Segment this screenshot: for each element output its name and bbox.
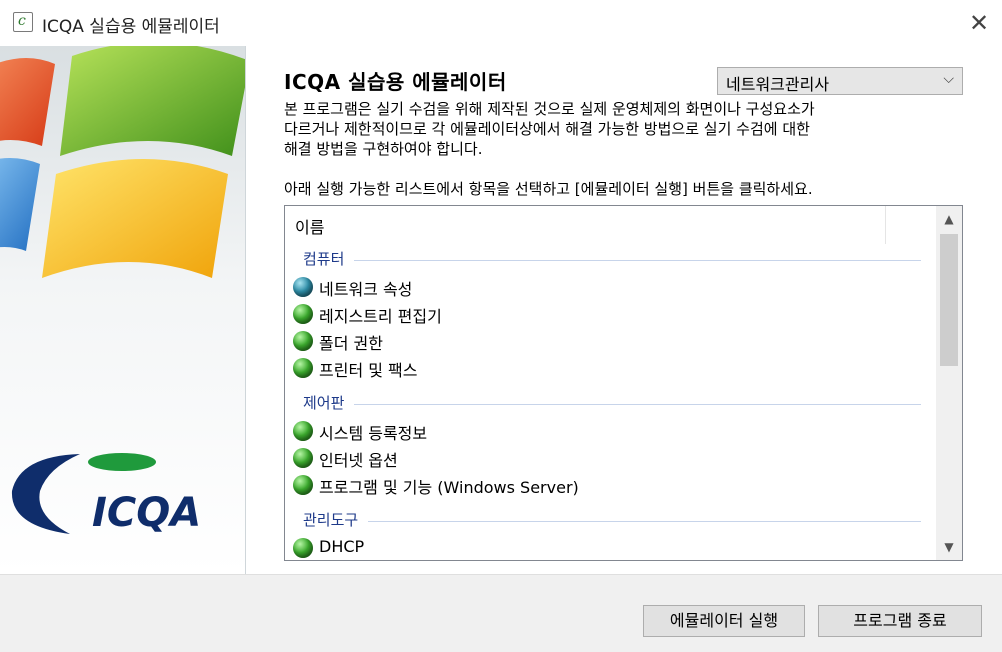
- status-orb-icon: [293, 448, 313, 468]
- description-line: 다르거나 제한적이므로 각 에뮬레이터상에서 해결 가능한 방법으로 실기 수검…: [284, 120, 810, 138]
- window-title: ICQA 실습용 에뮬레이터: [42, 17, 220, 37]
- svg-text:ICQA: ICQA: [92, 490, 201, 536]
- role-dropdown[interactable]: 네트워크관리사 ⌵: [717, 67, 963, 95]
- scroll-thumb[interactable]: [940, 234, 958, 366]
- run-emulator-button[interactable]: 에뮬레이터 실행: [643, 605, 805, 637]
- list-item[interactable]: 폴더 권한: [293, 328, 893, 354]
- emulator-list[interactable]: 이름 컴퓨터 네트워크 속성 레지스트리 편집기 폴더 권한 프린터 및 팩스 …: [284, 205, 963, 561]
- status-orb-icon: [293, 538, 313, 558]
- status-orb-icon: [293, 331, 313, 351]
- list-item[interactable]: 프로그램 및 기능 (Windows Server): [293, 472, 893, 498]
- instruction-text: 아래 실행 가능한 리스트에서 항목을 선택하고 [에뮬레이터 실행] 버튼을 …: [284, 180, 813, 198]
- group-header-control-panel: 제어판: [303, 392, 921, 416]
- divider: [303, 260, 921, 261]
- list-item[interactable]: 시스템 등록정보: [293, 418, 893, 444]
- title-bar: c ICQA 실습용 에뮬레이터 ✕: [0, 0, 1002, 46]
- status-orb-icon: [293, 421, 313, 441]
- divider: [303, 404, 921, 405]
- chevron-down-icon: ⌵: [943, 71, 954, 87]
- status-orb-icon: [293, 304, 313, 324]
- close-icon[interactable]: ✕: [956, 0, 1002, 46]
- status-orb-icon: [293, 277, 313, 297]
- list-item[interactable]: 레지스트리 편집기: [293, 301, 893, 327]
- page-title: ICQA 실습용 에뮬레이터: [284, 70, 507, 94]
- scroll-up-icon[interactable]: ▲: [936, 206, 962, 232]
- status-orb-icon: [293, 475, 313, 495]
- description-line: 본 프로그램은 실기 수검을 위해 제작된 것으로 실제 운영체제의 화면이나 …: [284, 100, 815, 118]
- vertical-scrollbar[interactable]: ▲ ▼: [936, 206, 962, 560]
- role-dropdown-value: 네트워크관리사: [726, 75, 830, 94]
- list-item[interactable]: 네트워크 속성: [293, 274, 893, 300]
- list-item[interactable]: DHCP: [293, 535, 893, 560]
- column-header-name[interactable]: 이름: [285, 206, 886, 244]
- group-header-computer: 컴퓨터: [303, 248, 921, 272]
- description: 본 프로그램은 실기 수검을 위해 제작된 것으로 실제 운영체제의 화면이나 …: [284, 99, 984, 159]
- scroll-down-icon[interactable]: ▼: [936, 534, 962, 560]
- footer-bar: 에뮬레이터 실행 프로그램 종료: [0, 574, 1002, 652]
- group-header-admin-tools: 관리도구: [303, 509, 921, 533]
- icqa-logo: ICQA: [11, 453, 201, 536]
- brand-banner: ICQA: [0, 46, 246, 574]
- app-icon: c: [13, 12, 33, 32]
- list-item[interactable]: 프린터 및 팩스: [293, 355, 893, 381]
- status-orb-icon: [293, 358, 313, 378]
- divider: [303, 521, 921, 522]
- windows-flag-icon: [0, 46, 245, 278]
- description-line: 해결 방법을 구현하여야 합니다.: [284, 140, 483, 158]
- list-item[interactable]: 인터넷 옵션: [293, 445, 893, 471]
- exit-program-button[interactable]: 프로그램 종료: [818, 605, 982, 637]
